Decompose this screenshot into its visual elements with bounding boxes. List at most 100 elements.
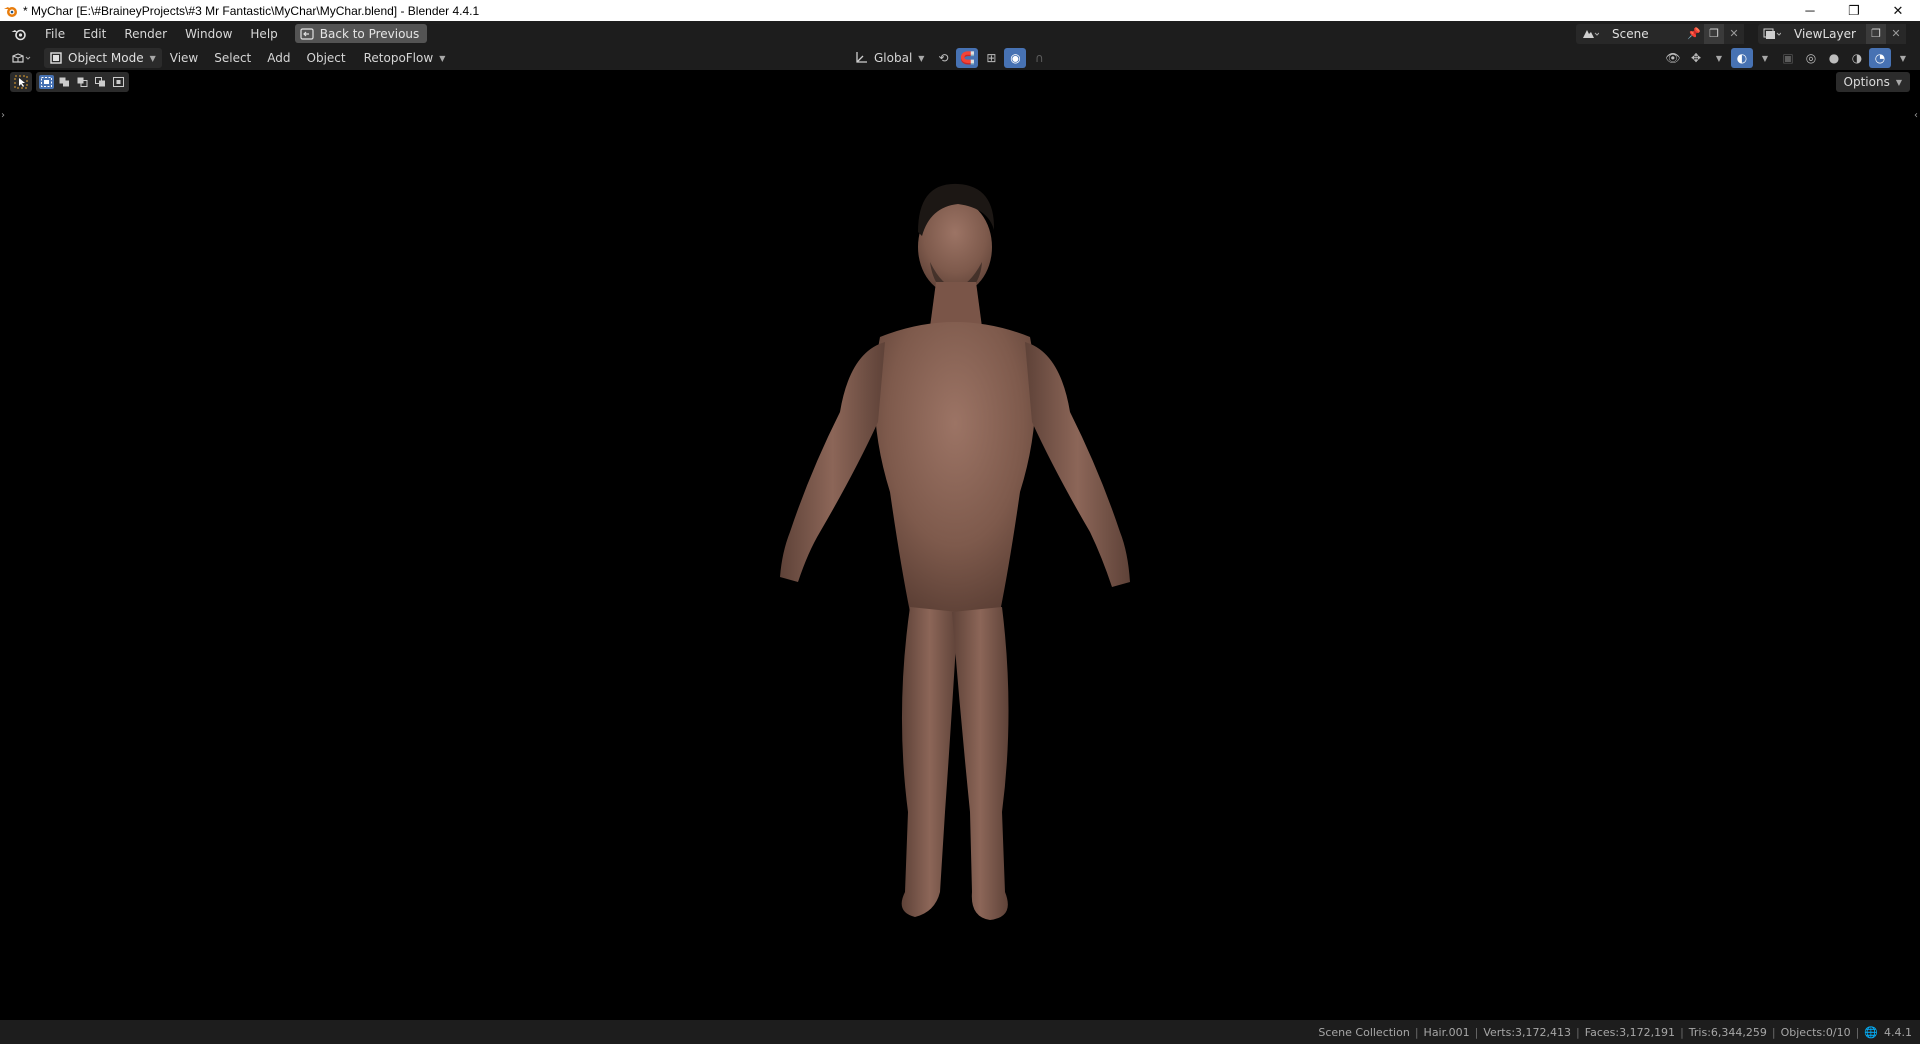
viewport-header: Object Mode ▼ View Select Add Object Ret…: [0, 46, 1920, 70]
xray-toggle-icon[interactable]: ▣: [1777, 48, 1799, 68]
back-screen-icon: [300, 27, 314, 40]
gizmo-dropdown-icon[interactable]: ▼: [1708, 48, 1730, 68]
chevron-down-icon: ▼: [439, 53, 446, 63]
chevron-down-icon: ▼: [1895, 77, 1902, 87]
menu-edit[interactable]: Edit: [74, 23, 115, 45]
menu-file[interactable]: File: [36, 23, 74, 45]
orientation-label: Global: [874, 51, 913, 65]
character-right-leg: [952, 607, 1009, 920]
chevron-down-icon: ▼: [149, 53, 156, 63]
options-label: Options: [1843, 75, 1890, 89]
active-tool-button[interactable]: [10, 72, 32, 92]
scene-icon: [1583, 29, 1599, 38]
back-to-previous-label: Back to Previous: [319, 26, 420, 41]
snap-target-icon[interactable]: ⊞: [980, 48, 1002, 68]
select-subtract-mode-icon[interactable]: [75, 75, 90, 89]
new-scene-icon[interactable]: ❐: [1704, 23, 1724, 44]
object-mode-icon: [50, 52, 62, 64]
retopoflow-menu[interactable]: RetopoFlow ▼: [358, 48, 452, 68]
window-title-bar: * MyChar [E:\#BraineyProjects\#3 Mr Fant…: [0, 0, 1920, 21]
toolbar-expand-arrow-icon[interactable]: ›: [1, 110, 5, 121]
view-layer-name-field[interactable]: ViewLayer: [1786, 23, 1866, 44]
delete-scene-icon[interactable]: ✕: [1724, 23, 1744, 44]
solid-shading-icon[interactable]: ●: [1823, 48, 1845, 68]
overlays-toggle-icon[interactable]: ◐: [1731, 48, 1753, 68]
retopoflow-label: RetopoFlow: [363, 51, 434, 65]
selection-mode-group: [36, 72, 129, 92]
window-title: * MyChar [E:\#BraineyProjects\#3 Mr Fant…: [23, 3, 480, 18]
status-objects: Objects:0/10: [1780, 1025, 1851, 1039]
select-new-mode-icon[interactable]: [39, 75, 54, 89]
select-intersect-mode-icon[interactable]: [111, 75, 126, 89]
overlays-dropdown-icon[interactable]: ▼: [1754, 48, 1776, 68]
wireframe-shading-icon[interactable]: ◎: [1800, 48, 1822, 68]
rendered-shading-icon[interactable]: ◔: [1869, 48, 1891, 68]
view-layer-selector: ViewLayer ❐ ✕: [1758, 23, 1906, 44]
3d-viewport-icon: [12, 53, 31, 63]
menu-window[interactable]: Window: [176, 23, 241, 45]
network-globe-icon[interactable]: 🌐: [1864, 1026, 1878, 1039]
menu-select[interactable]: Select: [206, 51, 259, 65]
scene-name-field[interactable]: Scene: [1604, 23, 1684, 44]
status-separator: |: [1771, 1025, 1776, 1039]
scene-browse-button[interactable]: [1576, 23, 1604, 44]
visibility-eye-icon[interactable]: 👁: [1662, 48, 1684, 68]
menu-object[interactable]: Object: [299, 51, 354, 65]
status-faces: Faces:3,172,191: [1584, 1025, 1676, 1039]
viewport-display-controls: 👁 ✥ ▼ ◐ ▼ ▣ ◎ ● ◑ ◔ ▼: [1662, 48, 1914, 68]
mode-label: Object Mode: [68, 51, 144, 65]
scene-selector: Scene 📌 ❐ ✕: [1576, 23, 1744, 44]
menu-render[interactable]: Render: [115, 23, 176, 45]
menu-help[interactable]: Help: [241, 23, 286, 45]
transform-controls: Global ▼ ⟲ 🧲 ⊞ ◉ ∩: [844, 48, 1050, 68]
falloff-curve-icon[interactable]: ∩: [1028, 48, 1050, 68]
status-separator: |: [1576, 1025, 1580, 1039]
back-to-previous-button[interactable]: Back to Previous: [294, 24, 428, 43]
object-mode-dropdown[interactable]: Object Mode ▼: [44, 48, 162, 68]
select-extend-mode-icon[interactable]: [57, 75, 72, 89]
tool-settings-row: [10, 72, 129, 92]
transform-orientation-dropdown[interactable]: Global ▼: [848, 48, 930, 68]
status-verts: Verts:3,172,413: [1483, 1025, 1572, 1039]
status-version: 4.4.1: [1884, 1025, 1912, 1039]
minimize-button[interactable]: ─: [1788, 0, 1832, 21]
character-right-arm: [1025, 342, 1130, 587]
character-model-render: [780, 183, 1130, 920]
editor-type-button[interactable]: [6, 48, 38, 68]
material-preview-shading-icon[interactable]: ◑: [1846, 48, 1868, 68]
character-torso: [874, 322, 1036, 612]
snap-toggle-icon[interactable]: 🧲: [956, 48, 979, 68]
close-button[interactable]: ✕: [1876, 0, 1920, 21]
status-separator: |: [1474, 1025, 1479, 1039]
blender-app-icon: [4, 6, 17, 17]
menu-add[interactable]: Add: [259, 51, 298, 65]
options-dropdown[interactable]: Options ▼: [1835, 72, 1910, 92]
blender-top-bar: File Edit Render Window Help Back to Pre…: [0, 21, 1920, 46]
sidebar-expand-arrow-icon[interactable]: ‹: [1914, 110, 1918, 121]
view-layer-browse-button[interactable]: [1758, 23, 1786, 44]
restore-button[interactable]: ❐: [1832, 0, 1876, 21]
character-left-leg: [901, 607, 958, 917]
menu-view[interactable]: View: [162, 51, 206, 65]
new-view-layer-icon[interactable]: ❐: [1866, 23, 1886, 44]
delete-view-layer-icon[interactable]: ✕: [1886, 23, 1906, 44]
character-left-arm: [780, 342, 885, 582]
view-layer-icon: [1763, 28, 1781, 39]
chevron-down-icon: ▼: [918, 53, 925, 63]
orientation-axes-icon: [856, 52, 867, 63]
status-separator: |: [1414, 1025, 1419, 1039]
shading-dropdown-icon[interactable]: ▼: [1892, 48, 1914, 68]
status-bar: Scene Collection | Hair.001 | Verts:3,17…: [0, 1020, 1920, 1044]
status-collection: Scene Collection: [1318, 1025, 1410, 1039]
select-invert-mode-icon[interactable]: [93, 75, 108, 89]
pivot-point-icon[interactable]: ⟲: [932, 48, 954, 68]
gizmo-toggle-icon[interactable]: ✥: [1685, 48, 1707, 68]
pin-scene-icon[interactable]: 📌: [1684, 23, 1704, 44]
status-separator: |: [1855, 1025, 1860, 1039]
status-separator: |: [1680, 1025, 1684, 1039]
status-tris: Tris:6,344,259: [1688, 1025, 1767, 1039]
blender-logo-icon[interactable]: [8, 23, 30, 45]
3d-viewport[interactable]: Options ▼ › ‹: [0, 70, 1920, 1020]
proportional-edit-icon[interactable]: ◉: [1004, 48, 1027, 68]
select-cursor-icon: [14, 75, 28, 89]
